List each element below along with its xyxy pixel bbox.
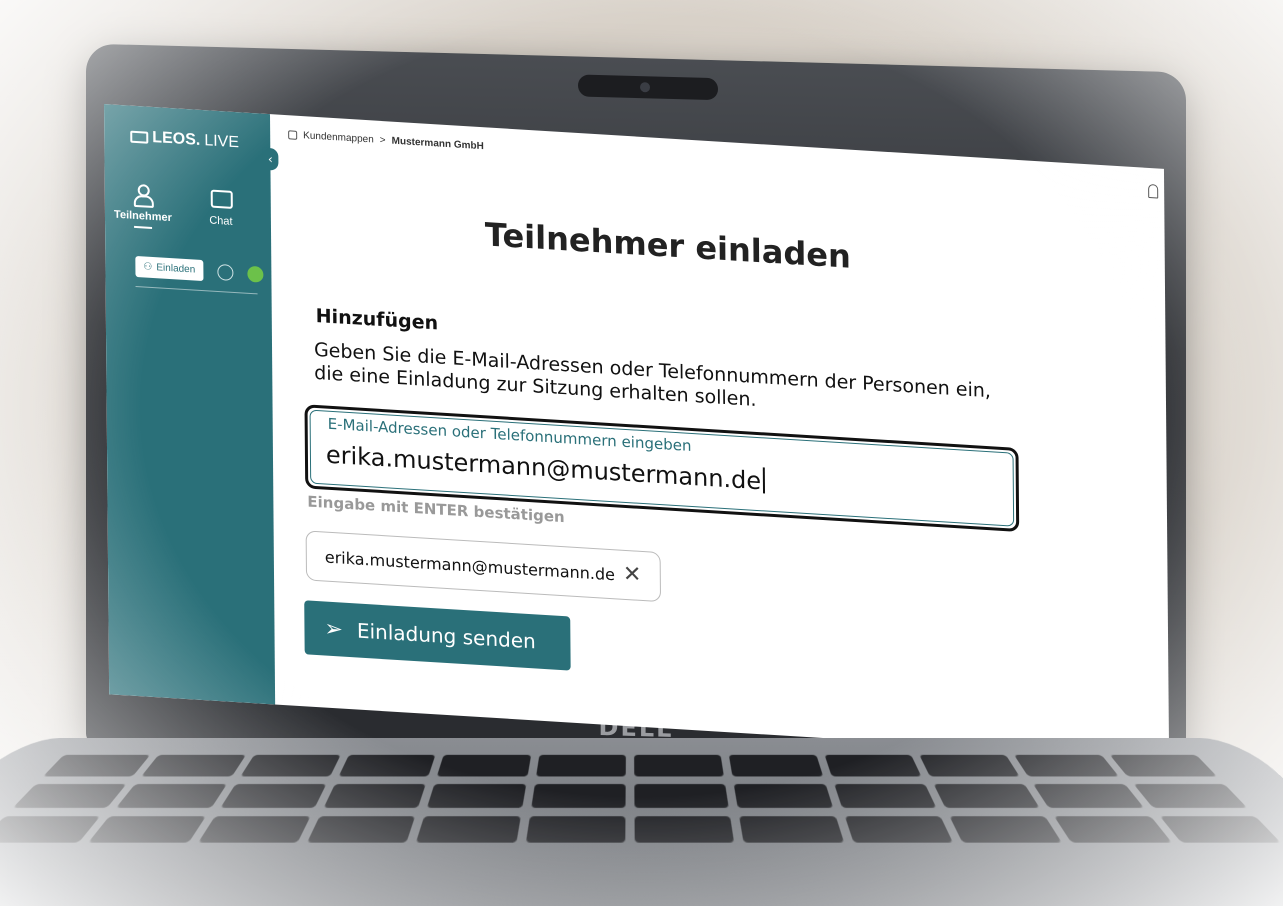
tab-teilnehmer[interactable]: Teilnehmer <box>113 183 173 231</box>
logo-light: LIVE <box>204 132 240 152</box>
einladen-label: Einladen <box>156 262 196 276</box>
app-logo: LEOS. LIVE <box>130 128 239 153</box>
logo-bold: LEOS. <box>152 128 201 149</box>
chat-icon <box>211 189 231 210</box>
send-icon: ➢ <box>324 616 343 643</box>
mail-icon[interactable] <box>217 263 234 281</box>
add-person-icon: ⚇ <box>143 261 153 273</box>
camera-icon <box>130 130 149 144</box>
person-icon <box>133 184 153 205</box>
app-screen: LEOS.LIVE Teilnehmer Chat ⚇ Einladen ‹ <box>104 104 1170 760</box>
tab-teilnehmer-label: Teilnehmer <box>113 208 172 225</box>
send-invitation-button[interactable]: ➢ Einladung senden <box>304 600 571 671</box>
send-button-label: Einladung senden <box>356 618 536 654</box>
breadcrumb-current: Mustermann GmbH <box>391 135 484 153</box>
invite-row: ⚇ Einladen <box>135 255 264 285</box>
recipient-chip: erika.mustermann@mustermann.de ✕ <box>305 530 661 603</box>
close-icon[interactable]: ✕ <box>623 562 642 588</box>
phone-icon[interactable] <box>247 265 264 283</box>
tab-chat[interactable]: Chat <box>191 187 251 235</box>
breadcrumb-root[interactable]: Kundenmappen <box>303 130 374 145</box>
tab-chat-label: Chat <box>209 214 233 228</box>
sidebar-divider <box>135 285 258 295</box>
section-title: Hinzufügen <box>315 304 439 335</box>
sidebar: LEOS. LIVE Teilnehmer Chat ⚇ Einladen <box>104 104 276 705</box>
folder-icon <box>288 130 298 140</box>
chevron-left-icon[interactable]: ‹ <box>262 147 279 171</box>
text-caret <box>762 467 766 494</box>
breadcrumb-separator: > <box>379 134 386 147</box>
breadcrumb: Kundenmappen > Mustermann GmbH <box>288 129 484 152</box>
webcam <box>578 74 718 101</box>
einladen-button[interactable]: ⚇ Einladen <box>135 255 204 282</box>
active-tab-indicator <box>134 225 153 229</box>
laptop-keyboard <box>0 738 1283 906</box>
page-title: Teilnehmer einladen <box>484 215 851 276</box>
bell-icon[interactable] <box>1148 183 1159 199</box>
sidebar-nav: Teilnehmer Chat <box>113 183 251 235</box>
recipient-chip-label: erika.mustermann@mustermann.de <box>324 547 616 584</box>
